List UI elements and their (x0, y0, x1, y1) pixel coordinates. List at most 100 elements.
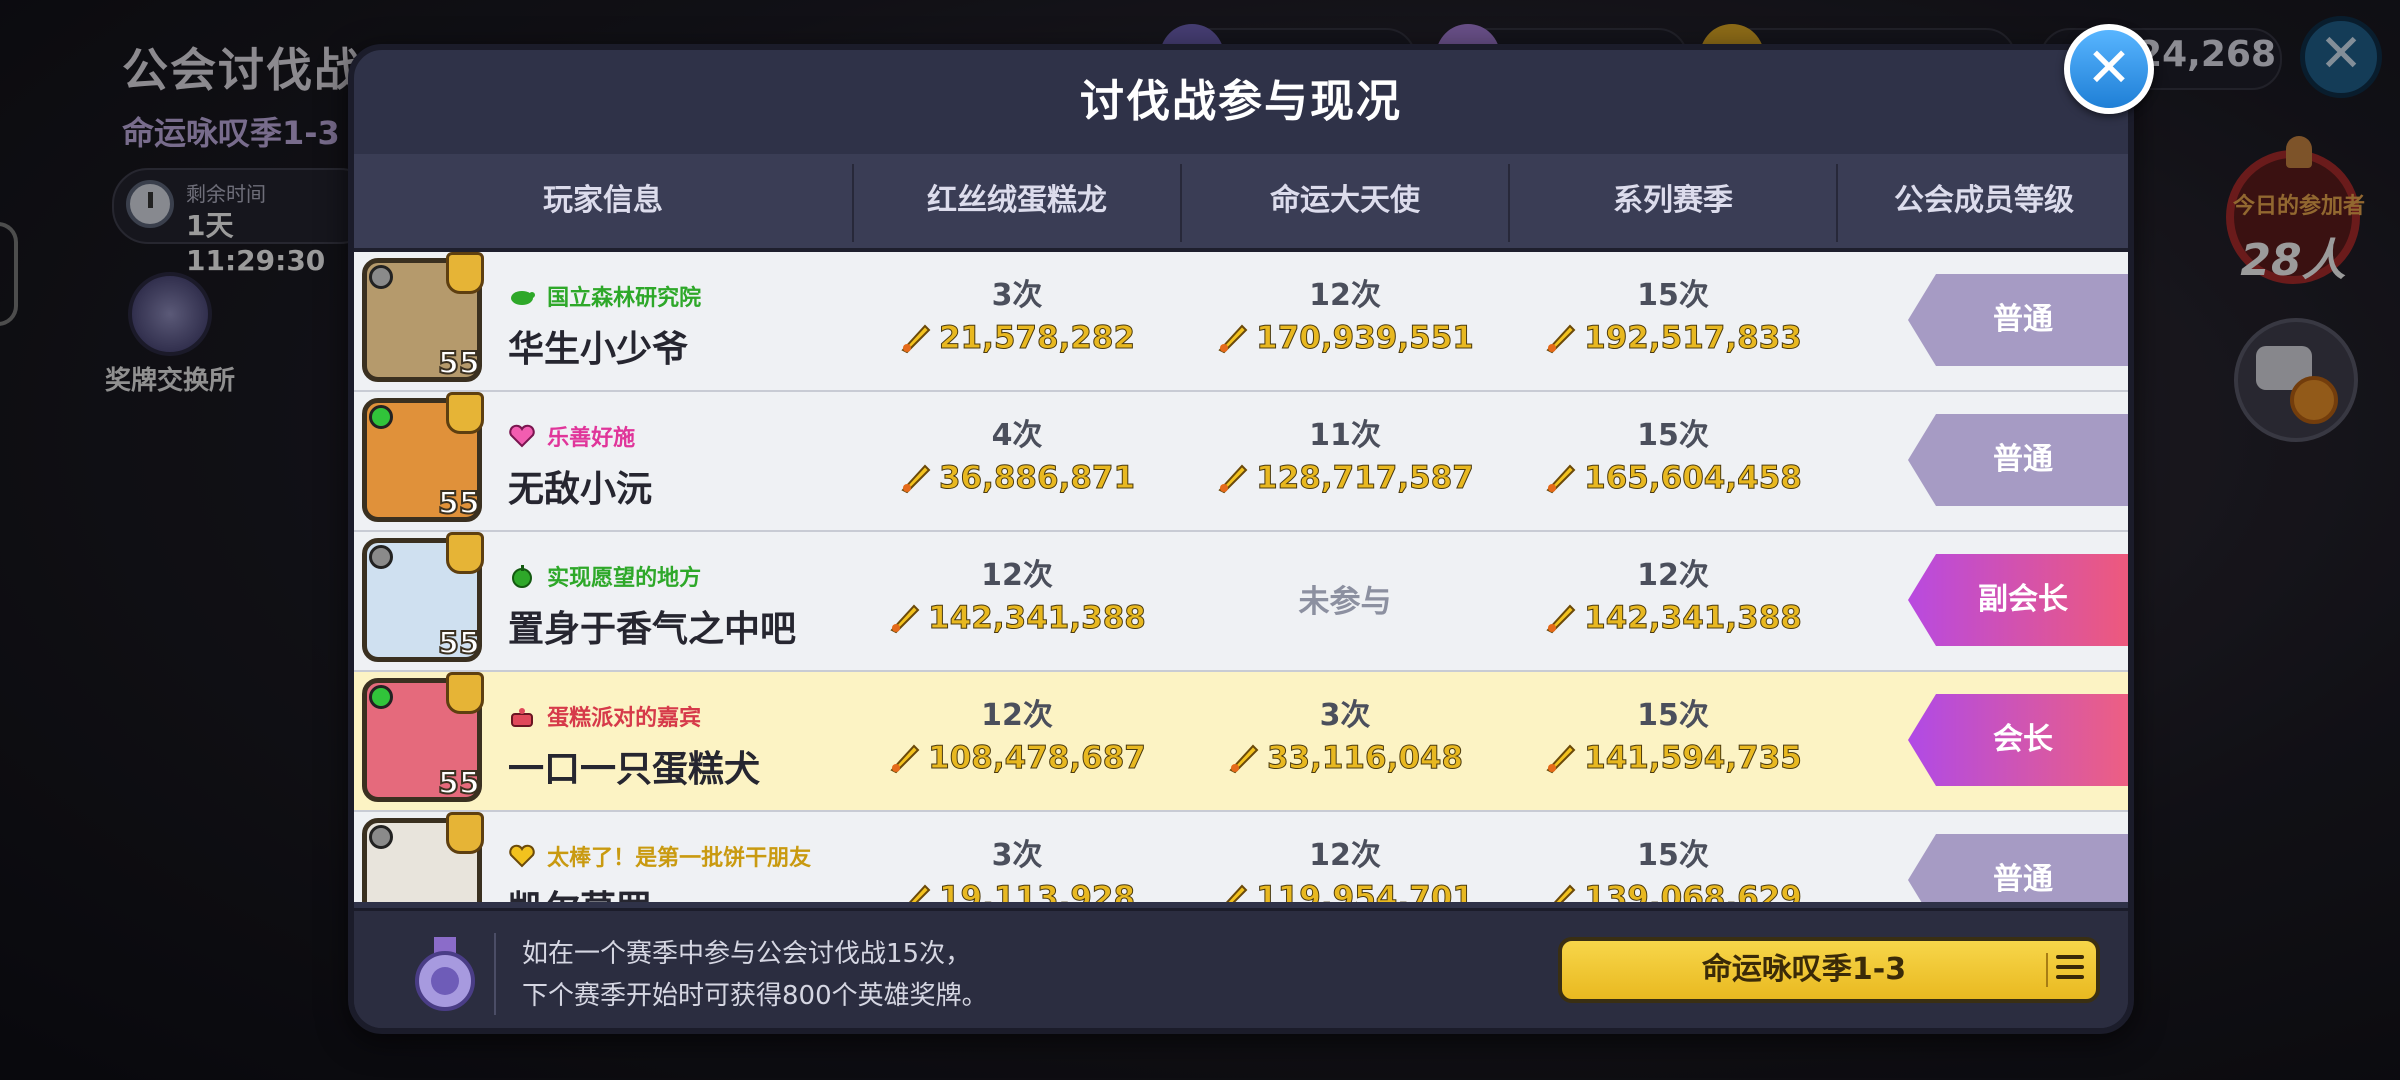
angel-cell: 未参与 (1182, 584, 1508, 620)
angel-cell: 12次 119,954,701 (1182, 838, 1508, 902)
cake-icon (511, 708, 533, 727)
table-row[interactable]: 55 实现愿望的地方 置身于香气之中吧 12次 142,341,388 未参与 … (354, 532, 2128, 672)
attempt-count: 12次 (1637, 558, 1709, 593)
offline-status-dot (369, 825, 393, 849)
attempt-count: 12次 (981, 698, 1053, 733)
season-cell: 15次 139,068,629 (1510, 838, 1836, 902)
menu-icon[interactable] (2056, 955, 2084, 983)
offline-status-dot (369, 265, 393, 289)
attempt-count: 3次 (991, 838, 1043, 873)
season-cell: 12次 142,341,388 (1510, 558, 1836, 638)
heart-icon (509, 424, 535, 448)
sword-score-icon (1226, 884, 1248, 902)
damage-score: 170,939,551 (1256, 320, 1475, 357)
crest-icon (446, 252, 484, 294)
sword-score-icon (1546, 604, 1576, 634)
damage-score: 141,594,735 (1584, 740, 1803, 777)
sword-score-icon (901, 464, 931, 494)
sword-score-icon (1546, 744, 1576, 774)
dragon-cell: 3次 21,578,282 (854, 278, 1180, 358)
member-rank-badge: 普通 (1908, 274, 2128, 366)
attempt-count: 12次 (1309, 278, 1381, 313)
season-cell: 15次 141,594,735 (1510, 698, 1836, 778)
member-rank-badge: 普通 (1908, 414, 2128, 506)
player-level: 55 (437, 485, 481, 522)
turtle-icon (511, 291, 535, 305)
attempt-count: 3次 (1319, 698, 1371, 733)
damage-score: 128,717,587 (1256, 460, 1475, 497)
guild-label: 乐善好施 (508, 420, 635, 451)
dragon-cell: 12次 142,341,388 (854, 558, 1180, 638)
player-name: 华生小少爷 (508, 329, 689, 370)
dragon-cell: 4次 36,886,871 (854, 418, 1180, 498)
member-rank-badge: 普通 (1908, 834, 2128, 902)
player-name: 无敌小沅 (508, 469, 653, 510)
season-select-button[interactable]: 命运咏叹季1-3 (1558, 937, 2100, 1003)
member-list[interactable]: 55 国立森林研究院 华生小少爷 3次 21,578,282 12次 170,9… (354, 252, 2128, 902)
season-select-label: 命运咏叹季1-3 (1701, 952, 1907, 987)
crest-icon (446, 672, 484, 714)
hero-medal-icon (415, 937, 475, 1011)
player-name: 置身于香气之中吧 (508, 609, 797, 650)
sword-score-icon (1218, 464, 1248, 494)
guild-label: 蛋糕派对的嘉宾 (508, 700, 702, 731)
guild-label: 国立森林研究院 (508, 280, 702, 311)
dragon-cell: 12次 108,478,687 (854, 698, 1180, 778)
table-row[interactable]: 55 太棒了！是第一批饼干朋友 凯尔莫罗 3次 19,113,928 12次 1… (354, 812, 2128, 902)
player-level: 55 (437, 345, 481, 382)
attempt-count: 4次 (991, 418, 1043, 453)
member-rank-badge: 会长 (1908, 694, 2128, 786)
guild-name: 太棒了！是第一批饼干朋友 (547, 846, 812, 871)
sword-score-icon (908, 884, 931, 902)
season-cell: 15次 192,517,833 (1510, 278, 1836, 358)
damage-score: 192,517,833 (1584, 320, 1803, 357)
heart-icon (509, 844, 535, 868)
table-row[interactable]: 55 国立森林研究院 华生小少爷 3次 21,578,282 12次 170,9… (354, 252, 2128, 392)
participation-modal: 讨伐战参与现况 玩家信息 红丝绒蛋糕龙 命运大天使 系列赛季 公会成员等级 55… (348, 44, 2134, 1034)
crest-icon (446, 812, 484, 854)
damage-score: 142,341,388 (1584, 600, 1803, 637)
column-header: 红丝绒蛋糕龙 (927, 183, 1107, 218)
attempt-count: 15次 (1637, 838, 1709, 873)
sword-score-icon (1554, 884, 1576, 902)
angel-cell: 12次 170,939,551 (1182, 278, 1508, 358)
attempt-count: 15次 (1637, 278, 1709, 313)
player-level: 55 (437, 625, 481, 662)
angel-cell: 3次 33,116,048 (1182, 698, 1508, 778)
guild-label: 太棒了！是第一批饼干朋友 (508, 840, 812, 871)
online-status-dot (369, 405, 393, 429)
sword-score-icon (890, 604, 920, 634)
modal-title: 讨伐战参与现况 (1080, 76, 1402, 127)
player-name: 凯尔莫罗 (508, 880, 652, 902)
guild-name: 实现愿望的地方 (547, 566, 702, 591)
guild-name: 蛋糕派对的嘉宾 (547, 706, 702, 731)
damage-score: 19,113,928 (938, 880, 1136, 903)
player-name: 一口一只蛋糕犬 (508, 749, 761, 790)
damage-score: 33,116,048 (1266, 740, 1464, 777)
table-row[interactable]: 55 蛋糕派对的嘉宾 一口一只蛋糕犬 12次 108,478,687 3次 33… (354, 672, 2128, 812)
dragon-cell: 3次 19,113,928 (854, 838, 1180, 902)
apple-icon (512, 565, 532, 588)
attempt-count: 15次 (1637, 418, 1709, 453)
angel-cell: 11次 128,717,587 (1182, 418, 1508, 498)
attempt-count: 12次 (1309, 838, 1381, 873)
crest-icon (446, 392, 484, 434)
attempt-count: 3次 (991, 278, 1043, 313)
guild-name: 国立森林研究院 (547, 286, 702, 311)
table-row[interactable]: 55 乐善好施 无敌小沅 4次 36,886,871 11次 128,717,5… (354, 392, 2128, 532)
modal-footer: 如在一个赛季中参与公会讨伐战15次， 下个赛季开始时可获得800个英雄奖牌。 命… (354, 908, 2128, 1028)
column-header: 命运大天使 (1270, 183, 1420, 218)
column-header: 公会成员等级 (1894, 183, 2074, 218)
online-status-dot (369, 685, 393, 709)
player-level: 55 (437, 765, 481, 802)
season-cell: 15次 165,604,458 (1510, 418, 1836, 498)
column-header: 玩家信息 (543, 183, 663, 218)
sword-score-icon (901, 324, 931, 354)
close-icon[interactable]: ✕ (2064, 24, 2154, 114)
damage-score: 139,068,629 (1584, 880, 1803, 903)
attempt-count: 15次 (1637, 698, 1709, 733)
attempt-count: 12次 (981, 558, 1053, 593)
damage-score: 142,341,388 (928, 600, 1147, 637)
table-header: 玩家信息 红丝绒蛋糕龙 命运大天使 系列赛季 公会成员等级 (354, 154, 2128, 252)
sword-score-icon (1546, 324, 1576, 354)
